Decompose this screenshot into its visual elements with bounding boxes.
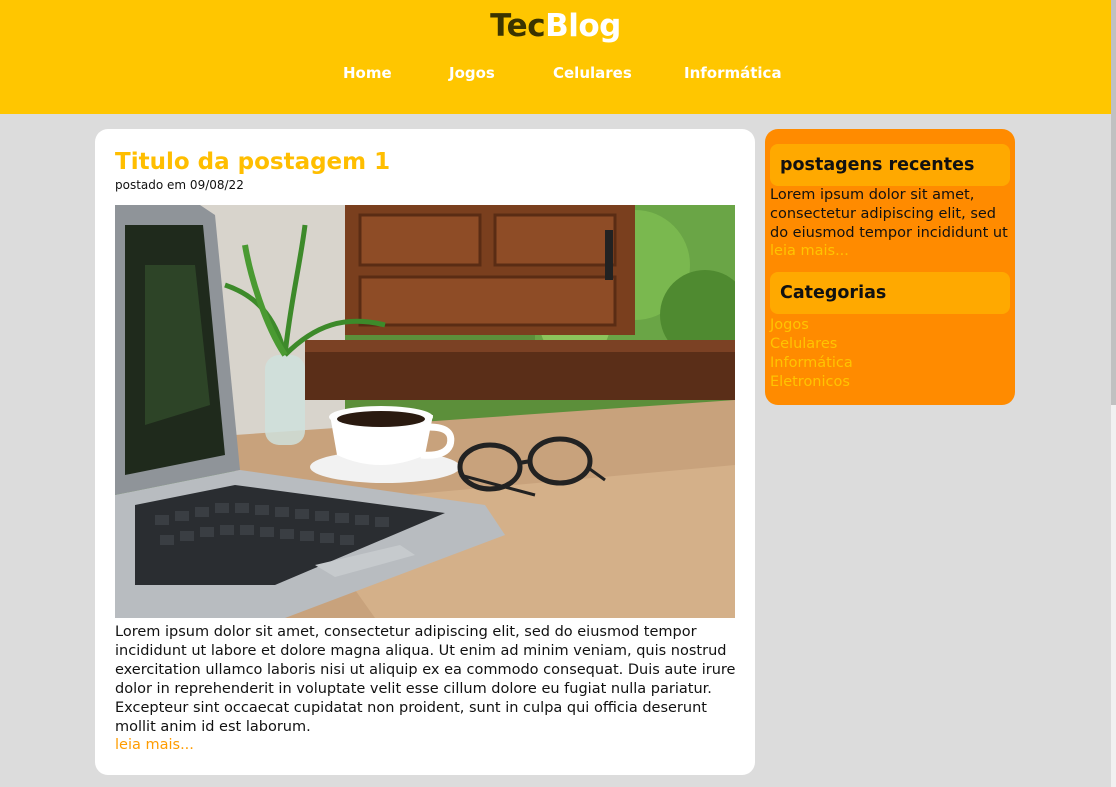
category-link-informatica[interactable]: Informática xyxy=(770,355,853,371)
page-scrollbar[interactable] xyxy=(1111,0,1116,787)
post-image xyxy=(115,205,735,618)
recent-read-more-link[interactable]: leia mais... xyxy=(770,243,849,259)
nav-jogos[interactable]: Jogos xyxy=(449,64,495,82)
nav-home[interactable]: Home xyxy=(343,64,392,82)
post-read-more-link[interactable]: leia mais... xyxy=(115,737,194,753)
list-item: Celulares xyxy=(770,333,853,352)
post-title[interactable]: Titulo da postagem 1 xyxy=(115,149,390,175)
category-link-eletronicos[interactable]: Eletronicos xyxy=(770,374,850,390)
logo-part-blog: Blog xyxy=(545,8,621,44)
site-header: TecBlog Home Jogos Celulares Informática xyxy=(0,0,1111,114)
category-link-celulares[interactable]: Celulares xyxy=(770,336,837,352)
recent-post-excerpt: Lorem ipsum dolor sit amet, consectetur … xyxy=(770,187,1008,241)
recent-posts-heading: postagens recentes xyxy=(770,144,1010,186)
categories-heading: Categorias xyxy=(770,272,1010,314)
scrollbar-thumb[interactable] xyxy=(1111,0,1116,405)
category-link-jogos[interactable]: Jogos xyxy=(770,317,809,333)
main-nav: Home Jogos Celulares Informática xyxy=(0,64,1111,86)
post-date: postado em 09/08/22 xyxy=(115,178,244,192)
list-item: Informática xyxy=(770,352,853,371)
logo-part-tec: Tec xyxy=(490,8,546,44)
nav-informatica[interactable]: Informática xyxy=(684,64,782,82)
list-item: Eletronicos xyxy=(770,371,853,390)
sidebar: postagens recentes Lorem ipsum dolor sit… xyxy=(765,129,1015,405)
list-item: Jogos xyxy=(770,314,853,333)
site-logo[interactable]: TecBlog xyxy=(0,8,1111,44)
categories-list: Jogos Celulares Informática Eletronicos xyxy=(770,314,853,390)
post-card: Titulo da postagem 1 postado em 09/08/22 xyxy=(95,129,755,775)
nav-celulares[interactable]: Celulares xyxy=(553,64,632,82)
post-body: Lorem ipsum dolor sit amet, consectetur … xyxy=(115,624,736,735)
